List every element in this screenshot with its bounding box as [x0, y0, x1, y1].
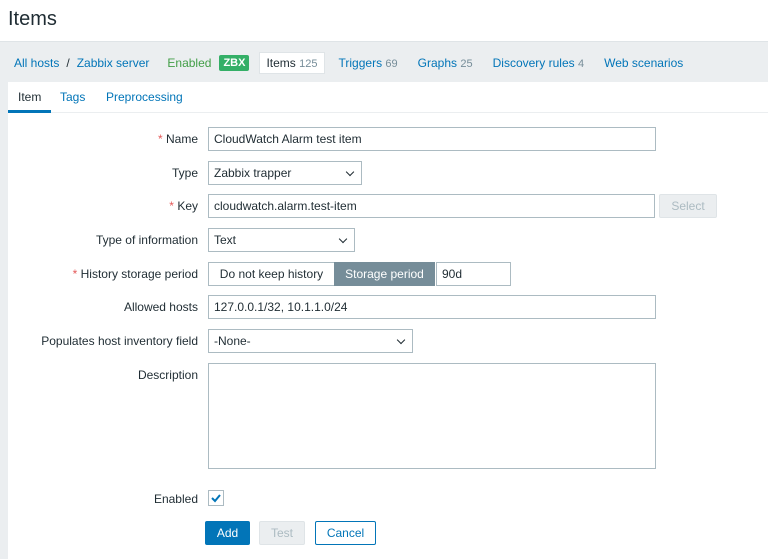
- host-navigation: All hosts / Zabbix server Enabled ZBX It…: [0, 52, 703, 74]
- enabled-label: Enabled: [153, 492, 198, 506]
- key-label: * Key: [169, 199, 198, 213]
- name-input[interactable]: CloudWatch Alarm test item: [208, 127, 656, 151]
- nav-triggers[interactable]: Triggers 69: [339, 53, 404, 73]
- active-tab-indicator: [8, 110, 51, 113]
- inventory-field-select[interactable]: -None-: [208, 329, 413, 353]
- name-label: * Name: [157, 132, 198, 146]
- type-label: Type: [171, 166, 198, 180]
- checkmark-icon: [211, 494, 221, 503]
- add-button[interactable]: Add: [205, 521, 250, 545]
- history-label: * History storage period: [72, 267, 198, 281]
- allowed-hosts-label: Allowed hosts: [123, 300, 198, 314]
- enabled-checkbox[interactable]: [208, 490, 224, 506]
- nav-web-scenarios[interactable]: Web scenarios: [604, 53, 689, 73]
- nav-items[interactable]: Items 125: [259, 52, 325, 74]
- cancel-button[interactable]: Cancel: [315, 521, 376, 545]
- page-header: Items: [0, 0, 768, 42]
- breadcrumb-separator: /: [66, 56, 70, 70]
- nav-graphs[interactable]: Graphs 25: [418, 53, 479, 73]
- page-title: Items: [8, 8, 57, 30]
- breadcrumb-host[interactable]: Zabbix server: [77, 56, 150, 70]
- nav-discovery-rules[interactable]: Discovery rules 4: [493, 53, 591, 73]
- description-label: Description: [137, 368, 198, 382]
- key-input[interactable]: cloudwatch.alarm.test-item: [208, 194, 655, 218]
- tab-preprocessing[interactable]: Preprocessing: [106, 90, 183, 104]
- type-of-information-select[interactable]: Text: [208, 228, 355, 252]
- type-of-information-label: Type of information: [95, 233, 198, 247]
- breadcrumb-all-hosts[interactable]: All hosts: [14, 56, 59, 70]
- tab-item[interactable]: Item: [18, 90, 41, 104]
- test-button[interactable]: Test: [259, 521, 305, 545]
- inventory-field-label: Populates host inventory field: [41, 334, 198, 348]
- allowed-hosts-input[interactable]: 127.0.0.1/32, 10.1.1.0/24: [208, 295, 656, 319]
- history-storage-period[interactable]: Storage period: [334, 262, 435, 286]
- history-period-input[interactable]: 90d: [436, 262, 511, 286]
- zbx-badge: ZBX: [219, 55, 250, 71]
- host-status[interactable]: Enabled: [167, 56, 211, 70]
- description-textarea[interactable]: [208, 363, 656, 469]
- type-select[interactable]: Zabbix trapper: [208, 161, 362, 185]
- tab-tags[interactable]: Tags: [60, 90, 85, 104]
- select-button[interactable]: Select: [659, 194, 717, 218]
- item-form: Item Tags Preprocessing * Name CloudWatc…: [8, 82, 768, 559]
- history-do-not-keep[interactable]: Do not keep history: [208, 262, 335, 286]
- form-tabs: Item Tags Preprocessing: [8, 82, 768, 113]
